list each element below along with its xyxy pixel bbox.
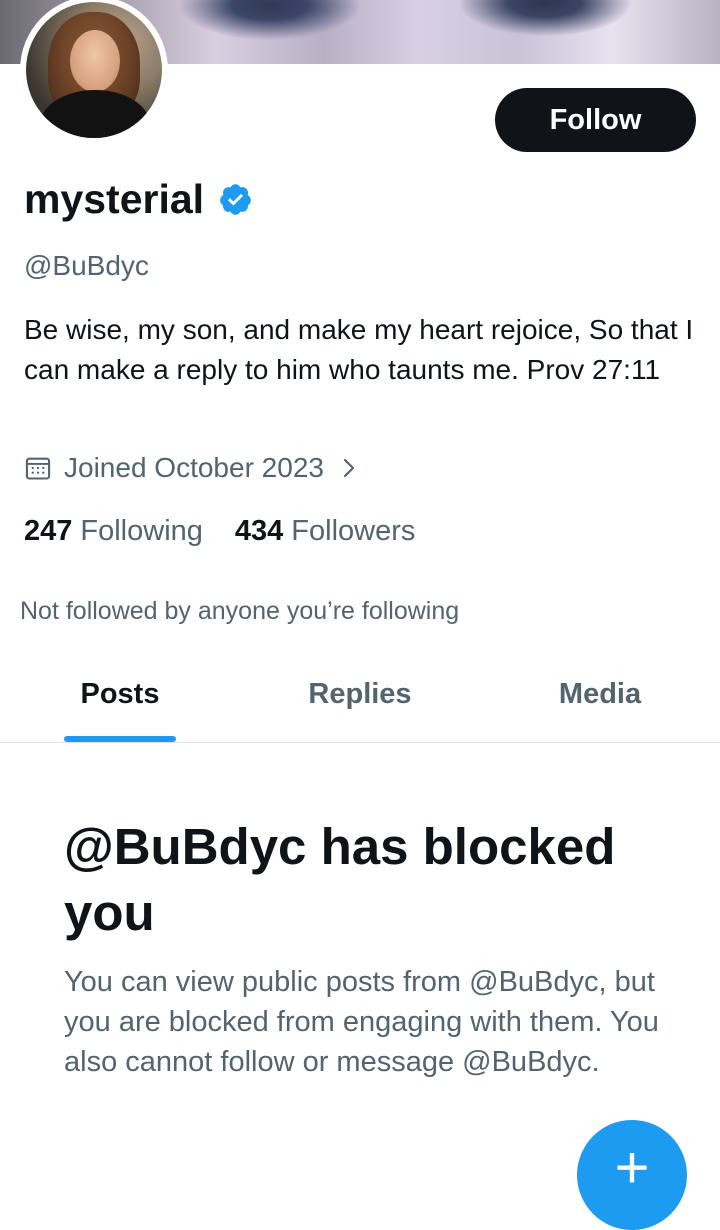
profile-tabs: Posts Replies Media <box>0 652 720 743</box>
name-row: mysterial <box>24 176 253 223</box>
tab-posts[interactable]: Posts <box>0 652 240 742</box>
follow-button[interactable]: Follow <box>495 88 696 152</box>
not-followed-notice: Not followed by anyone you’re following <box>20 597 460 625</box>
follow-stats: 247 Following 434 Followers <box>24 515 447 548</box>
tab-replies[interactable]: Replies <box>240 652 480 742</box>
profile-handle: @BuBdyc <box>24 250 149 281</box>
calendar-icon <box>25 457 51 480</box>
profile-bio: Be wise, my son, and make my heart rejoi… <box>24 314 694 385</box>
following-stat[interactable]: 247 Following <box>24 515 203 548</box>
compose-post-button[interactable]: + <box>577 1120 687 1230</box>
display-name: mysterial <box>24 176 205 222</box>
profile-avatar[interactable] <box>20 0 168 144</box>
plus-icon: + <box>614 1134 650 1201</box>
blocked-description: You can view public posts from @BuBdyc, … <box>64 966 659 1078</box>
avatar-photo <box>26 2 162 138</box>
tab-media[interactable]: Media <box>480 652 720 742</box>
followers-stat[interactable]: 434 Followers <box>235 515 415 548</box>
followers-label: Followers <box>291 515 416 547</box>
blocked-title: @BuBdyc has blocked you <box>64 818 616 941</box>
followers-count: 434 <box>234 515 284 547</box>
following-label: Following <box>80 515 203 547</box>
joined-date-row[interactable]: Joined October 2023 <box>24 452 358 484</box>
following-count: 247 <box>24 515 73 547</box>
joined-date-text: Joined October 2023 <box>64 452 324 483</box>
verified-badge-icon[interactable] <box>218 182 253 217</box>
chevron-right-icon <box>343 458 355 478</box>
